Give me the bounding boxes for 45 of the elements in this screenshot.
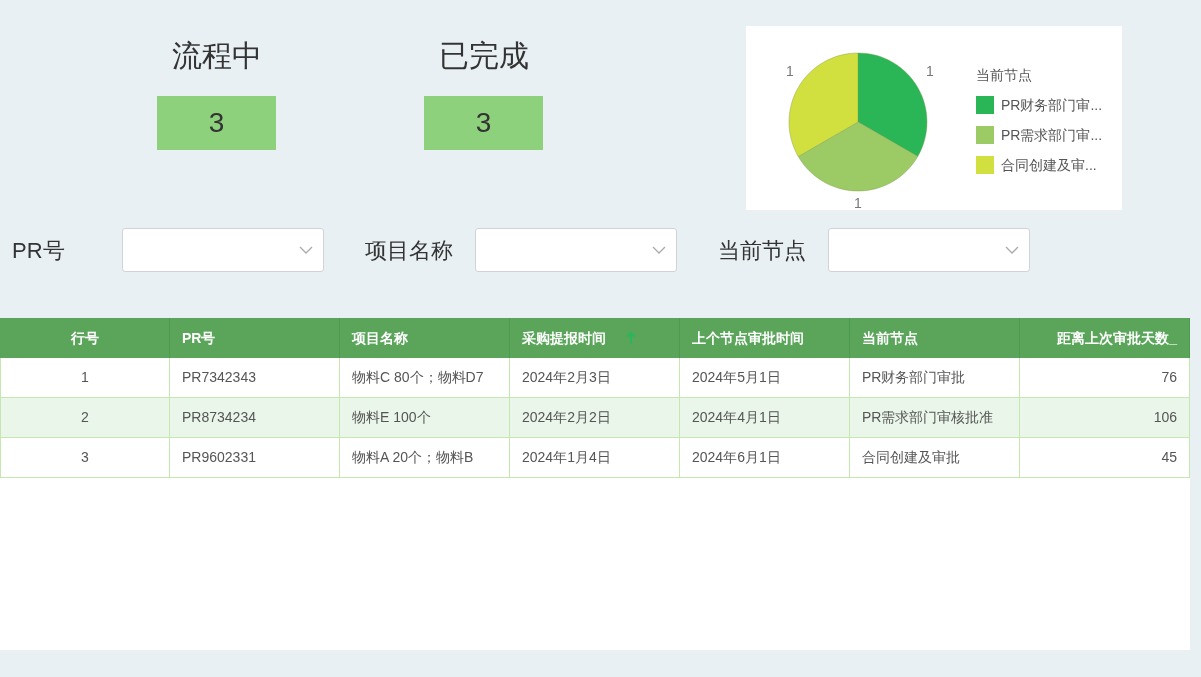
table-cell: PR7342343 xyxy=(170,358,340,397)
legend-swatch xyxy=(976,126,994,144)
table-cell: 2 xyxy=(0,398,170,437)
filter-select[interactable] xyxy=(475,228,677,272)
table-cell: 2024年2月2日 xyxy=(510,398,680,437)
table-cell: PR需求部门审核批准 xyxy=(850,398,1020,437)
table-cell: 3 xyxy=(0,438,170,477)
table-cell: 2024年6月1日 xyxy=(680,438,850,477)
filter-label: 当前节点 xyxy=(718,236,807,265)
chevron-down-icon xyxy=(299,246,313,254)
table-cell: 物料C 80个；物料D7 xyxy=(340,358,510,397)
kpi-title: 流程中 xyxy=(171,38,262,74)
filter-label: PR号 xyxy=(12,236,66,265)
legend-swatch xyxy=(976,156,994,174)
arrow-up-icon xyxy=(626,331,636,345)
table-cell: 合同创建及审批 xyxy=(850,438,1020,477)
table-cell: 2024年1月4日 xyxy=(510,438,680,477)
table-cell: 物料E 100个 xyxy=(340,398,510,437)
table-cell: 2024年4月1日 xyxy=(680,398,850,437)
kpi-value: 3 xyxy=(157,96,276,150)
data-label: 1 xyxy=(786,63,794,79)
data-label: 1 xyxy=(854,195,862,210)
legend-swatch xyxy=(976,96,994,114)
table-cell: 物料A 20个；物料B xyxy=(340,438,510,477)
table-cell: 2024年2月3日 xyxy=(510,358,680,397)
table-cell: 2024年5月1日 xyxy=(680,358,850,397)
table-cell: PR财务部门审批 xyxy=(850,358,1020,397)
table-cell: PR9602331 xyxy=(170,438,340,477)
table-cell: 76 xyxy=(1020,358,1190,397)
filter-label: 项目名称 xyxy=(365,236,454,265)
table-cell: 1 xyxy=(0,358,170,397)
chevron-down-icon xyxy=(1005,246,1019,254)
legend-label: PR需求部门审... xyxy=(1001,125,1103,145)
legend-label: PR财务部门审... xyxy=(1001,95,1103,115)
table-cell: PR8734234 xyxy=(170,398,340,437)
kpi-value: 3 xyxy=(424,96,543,150)
table-cell: 45 xyxy=(1020,438,1190,477)
kpi-title: 已完成 xyxy=(438,38,529,74)
filter-select[interactable] xyxy=(122,228,324,272)
filter-select[interactable] xyxy=(828,228,1030,272)
legend-title: 当前节点 xyxy=(976,65,1033,85)
chevron-down-icon xyxy=(652,246,666,254)
table-cell: 106 xyxy=(1020,398,1190,437)
data-label: 1 xyxy=(926,63,934,79)
legend-label: 合同创建及审... xyxy=(1001,155,1097,175)
